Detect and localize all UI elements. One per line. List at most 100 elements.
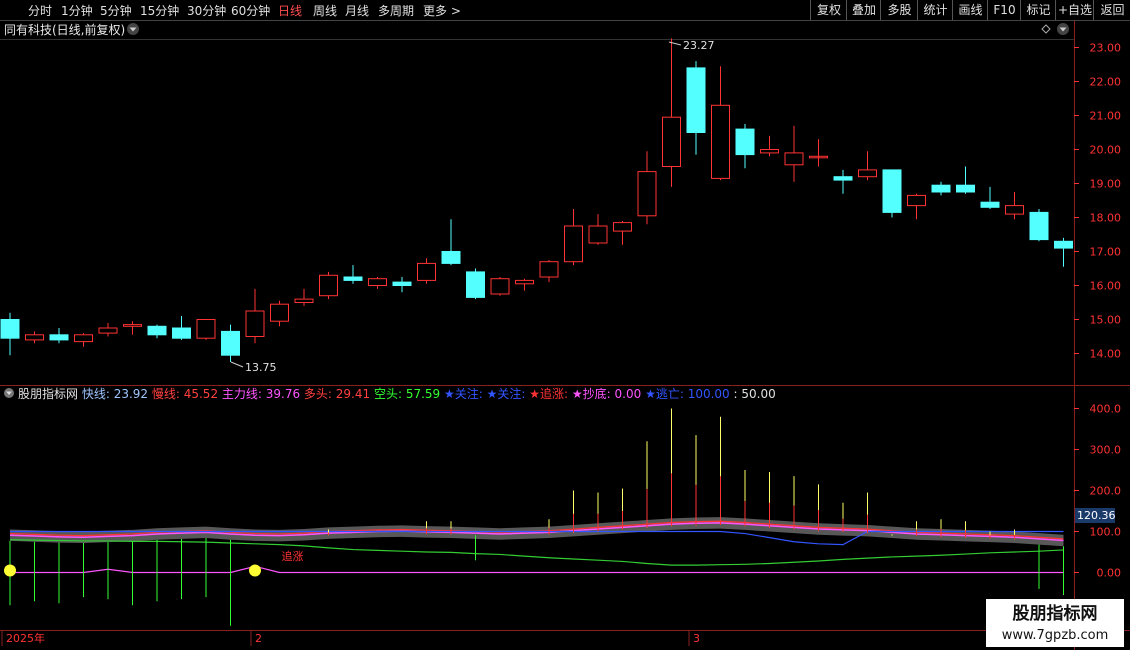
indicator-value: 39.76 [262, 387, 304, 401]
candle-8 [196, 319, 216, 340]
chart-area: 同有科技(日线,前复权) 23.0022.0021.0020.0019.0018… [0, 21, 1130, 650]
price-tick-label: 19.00 [1090, 178, 1122, 191]
price-tick-label: 18.00 [1090, 212, 1122, 225]
candle-body [858, 169, 877, 178]
buy-signal-dot [249, 564, 261, 577]
period-tab-1[interactable]: 1分钟 [61, 2, 93, 19]
candle-body [1005, 205, 1024, 215]
tool-button-0[interactable]: 复权 [810, 0, 847, 20]
indicator-value: 57.59 [402, 387, 444, 401]
candle-body [0, 319, 20, 339]
candle-1 [25, 331, 44, 344]
candle-body [392, 281, 412, 287]
candle-22 [539, 260, 559, 283]
candle-16 [392, 277, 412, 293]
indicator-marker-label: ★追涨: [529, 386, 568, 401]
candle-12 [294, 288, 314, 306]
price-tick-label: 16.00 [1090, 280, 1122, 293]
candle-24 [588, 214, 608, 245]
candle-body [515, 279, 534, 285]
indicator-legend: 股朋指标网 快线: 23.92 慢线: 45.52 主力线: 39.76 多头:… [18, 386, 776, 401]
tool-button-6[interactable]: 标记 [1020, 0, 1056, 20]
diamond-icon[interactable] [1041, 24, 1051, 34]
tool-button-7[interactable]: +自选 [1055, 0, 1094, 20]
low-marker: 13.75 [230, 361, 277, 374]
tool-button-4[interactable]: 画线 [952, 0, 988, 20]
candle-body [319, 274, 338, 297]
period-tab-2[interactable]: 5分钟 [100, 2, 132, 19]
candle-body [74, 334, 93, 343]
indicator-tick-label: 0.00 [1097, 567, 1122, 580]
bottom-line [10, 565, 1064, 574]
period-tab-4[interactable]: 30分钟 [187, 2, 226, 19]
current-value-box: 120.36 [1075, 508, 1116, 523]
candle-body [662, 116, 681, 167]
indicator-marker-label: ★抄底: [572, 386, 611, 401]
candle-10 [245, 288, 265, 344]
indicator-tick-label: 200.0 [1090, 485, 1122, 498]
price-tick-label: 23.00 [1090, 42, 1122, 55]
date-tick-label: 2 [255, 632, 262, 645]
candle-body [686, 67, 706, 133]
candle-body [441, 251, 461, 264]
candle-body [564, 225, 583, 263]
price-tick-label: 21.00 [1090, 110, 1122, 123]
high-marker: 23.27 [668, 39, 715, 52]
candle-29 [711, 66, 730, 181]
indicator-value-label: 快线: [82, 387, 110, 401]
candle-40 [980, 186, 1000, 209]
candle-body [196, 319, 216, 339]
candle-18 [441, 219, 461, 266]
candle-33 [809, 139, 828, 167]
period-tab-8[interactable]: 月线 [345, 2, 369, 19]
tool-button-3[interactable]: 统计 [917, 0, 953, 20]
candle-27 [662, 38, 681, 187]
indicator-marker-label: ★逃亡: [645, 387, 684, 401]
date-axis: 2025年 2 3 [1, 630, 700, 646]
price-tick-label: 15.00 [1090, 314, 1122, 327]
period-tab-0[interactable]: 分时 [28, 2, 52, 19]
candle-37 [907, 193, 926, 220]
candle-20 [490, 277, 510, 296]
candle-body [956, 184, 975, 193]
candle-11 [270, 300, 289, 327]
candle-body [25, 334, 44, 341]
candle-15 [368, 277, 387, 289]
candle-body [270, 303, 289, 322]
candlestick-series [0, 38, 1073, 362]
tool-button-5[interactable]: F10 [987, 0, 1021, 20]
period-tab-9[interactable]: 多周期 [378, 2, 414, 19]
period-tab-5[interactable]: 60分钟 [231, 2, 270, 19]
indicator-tail-value: : 50.00 [734, 387, 776, 401]
buy-signal-dot [4, 564, 16, 577]
candle-body [735, 128, 755, 156]
period-tab-7[interactable]: 周线 [313, 2, 337, 19]
candle-body [147, 325, 167, 336]
indicator-value-label: 主力线: [222, 387, 262, 401]
candle-14 [343, 265, 363, 284]
candle-body [784, 152, 804, 166]
candle-41 [1005, 192, 1024, 220]
current-value: 120.36 [1077, 509, 1116, 522]
bear-line [9, 539, 1064, 566]
period-tab-10[interactable]: 更多 > [423, 2, 461, 19]
tool-button-1[interactable]: 叠加 [846, 0, 881, 20]
tool-button-2[interactable]: 多股 [880, 0, 918, 20]
price-tick-label: 20.00 [1090, 144, 1122, 157]
tool-button-8[interactable]: 返回 [1093, 0, 1130, 20]
chart-title-dropdown[interactable] [127, 23, 139, 35]
period-tab-3[interactable]: 15分钟 [140, 2, 179, 19]
candle-28 [686, 61, 706, 155]
indicator-value: 45.52 [180, 387, 222, 401]
candle-body [1054, 240, 1073, 249]
candle-32 [784, 125, 804, 182]
price-tick-label: 14.00 [1090, 348, 1122, 361]
indicator-tick-label: 300.0 [1090, 444, 1122, 457]
candle-35 [858, 151, 877, 181]
candle-43 [1054, 237, 1073, 267]
indicator-value-label: 慢线: [152, 387, 180, 401]
candle-19 [466, 268, 485, 300]
candle-body [294, 298, 314, 304]
period-tab-6[interactable]: 日线 [278, 2, 302, 19]
candle-body [466, 271, 485, 298]
